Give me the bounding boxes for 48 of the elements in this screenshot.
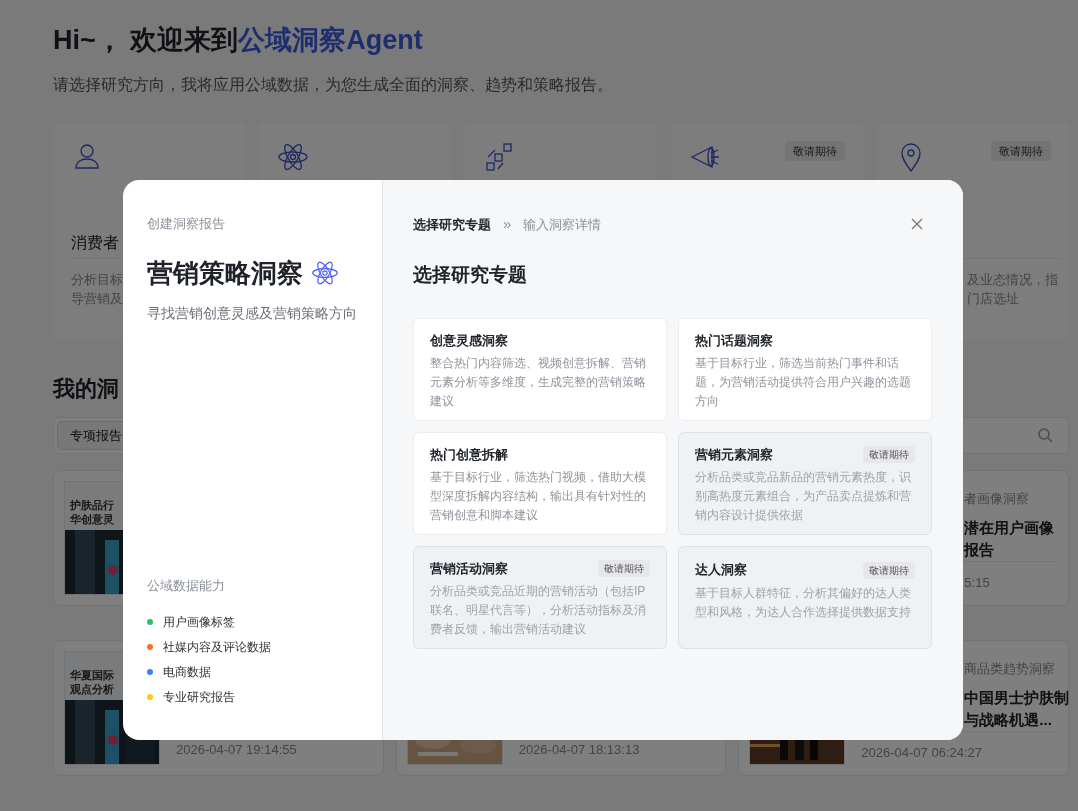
report-time: 2026-04-07 06:24:27: [861, 744, 983, 760]
welcome-subtitle: 请选择研究方向，我将应用公域数据，为您生成全面的洞察、趋势和策略报告。: [53, 74, 614, 95]
step-separator: »: [503, 214, 512, 234]
topic-title: 达人洞察: [695, 561, 747, 580]
step-label: 输入洞察详情: [523, 215, 602, 234]
capability-label: 社媒内容及评论数据: [163, 639, 271, 656]
report-title: 报告: [964, 539, 995, 560]
topic-description: 基于目标行业，筛选热门视频，借助大模型深度拆解内容结构，输出具有针对性的营销创意和脚本建议: [430, 468, 647, 524]
dialog-subtitle: 寻找营销创意灵感及营销策略方向: [147, 303, 358, 323]
topic-title: 营销活动洞察: [430, 560, 508, 578]
report-category: 商品类趋势洞察: [964, 660, 1056, 678]
report-title: 中国男士护肤制: [964, 687, 1070, 708]
brand-name: 公域洞察Agent: [238, 24, 423, 57]
capability-label: 用户画像标签: [163, 614, 235, 631]
topic-description: 分析品类或竞品近期的营销活动（包括IP联名、明星代言等），分析活动指标及消费者反馈，输出营销活动建议: [430, 582, 647, 638]
topic-title: 营销元素洞察: [695, 446, 773, 464]
topic-title: 热门话题洞察: [695, 332, 773, 350]
coming-soon-badge: 敬请期待: [991, 140, 1051, 161]
report-time: 2026-04-07 19:14:55: [176, 742, 297, 757]
step-label: 选择研究专题: [413, 215, 491, 234]
coming-soon-badge: 敬请期待: [863, 446, 915, 464]
capability-label: 专业研究报告: [163, 689, 235, 706]
report-time: 5:15: [964, 574, 990, 590]
dialog-eyebrow: 创建洞察报告: [147, 215, 226, 233]
dialog-title: 营销策略洞察: [147, 256, 303, 290]
capabilities-title: 公域数据能力: [147, 576, 226, 595]
report-title: 与战略机遇...: [964, 709, 1052, 730]
report-category: 者画像洞察: [964, 490, 1030, 508]
coming-soon-badge: 敬请期待: [863, 561, 915, 579]
topic-title: 创意灵感洞察: [430, 332, 508, 350]
topic-description: 整合热门内容筛选、视频创意拆解、营销元素分析等多维度，生成完整的营销策略建议: [430, 354, 647, 410]
thumbnail-text: 华夏国际: [70, 668, 114, 682]
coming-soon-badge: 敬请期待: [785, 140, 845, 161]
topic-title: 热门创意拆解: [430, 446, 508, 464]
thumbnail-text: 观点分析: [70, 682, 114, 696]
thumbnail-text: 护肤品行: [70, 498, 114, 512]
section-title: 我的洞: [53, 374, 119, 403]
report-title: 潜在用户画像: [964, 517, 1055, 538]
coming-soon-badge: 敬请期待: [598, 560, 650, 578]
topic-description: 分析品类或竞品新品的营销元素热度，识别高热度元素组合，为产品卖点提炼和营销内容设计提供依据: [695, 468, 912, 524]
topic-description: 基于目标人群特征，分析其偏好的达人类型和风格，为达人合作选择提供数据支持: [695, 585, 912, 621]
report-time: 2026-04-07 18:13:13: [518, 742, 640, 757]
welcome-heading: Hi~， 欢迎来到: [53, 24, 239, 57]
thumbnail-text: 华创意灵: [70, 512, 114, 526]
topic-description: 基于目标行业，筛选当前热门事件和话题，为营销活动提供符合用户兴趣的选题方向: [695, 354, 912, 410]
capability-label: 电商数据: [163, 664, 211, 681]
feature-title: 消费者: [71, 233, 119, 251]
section-heading: 选择研究专题: [413, 262, 528, 287]
